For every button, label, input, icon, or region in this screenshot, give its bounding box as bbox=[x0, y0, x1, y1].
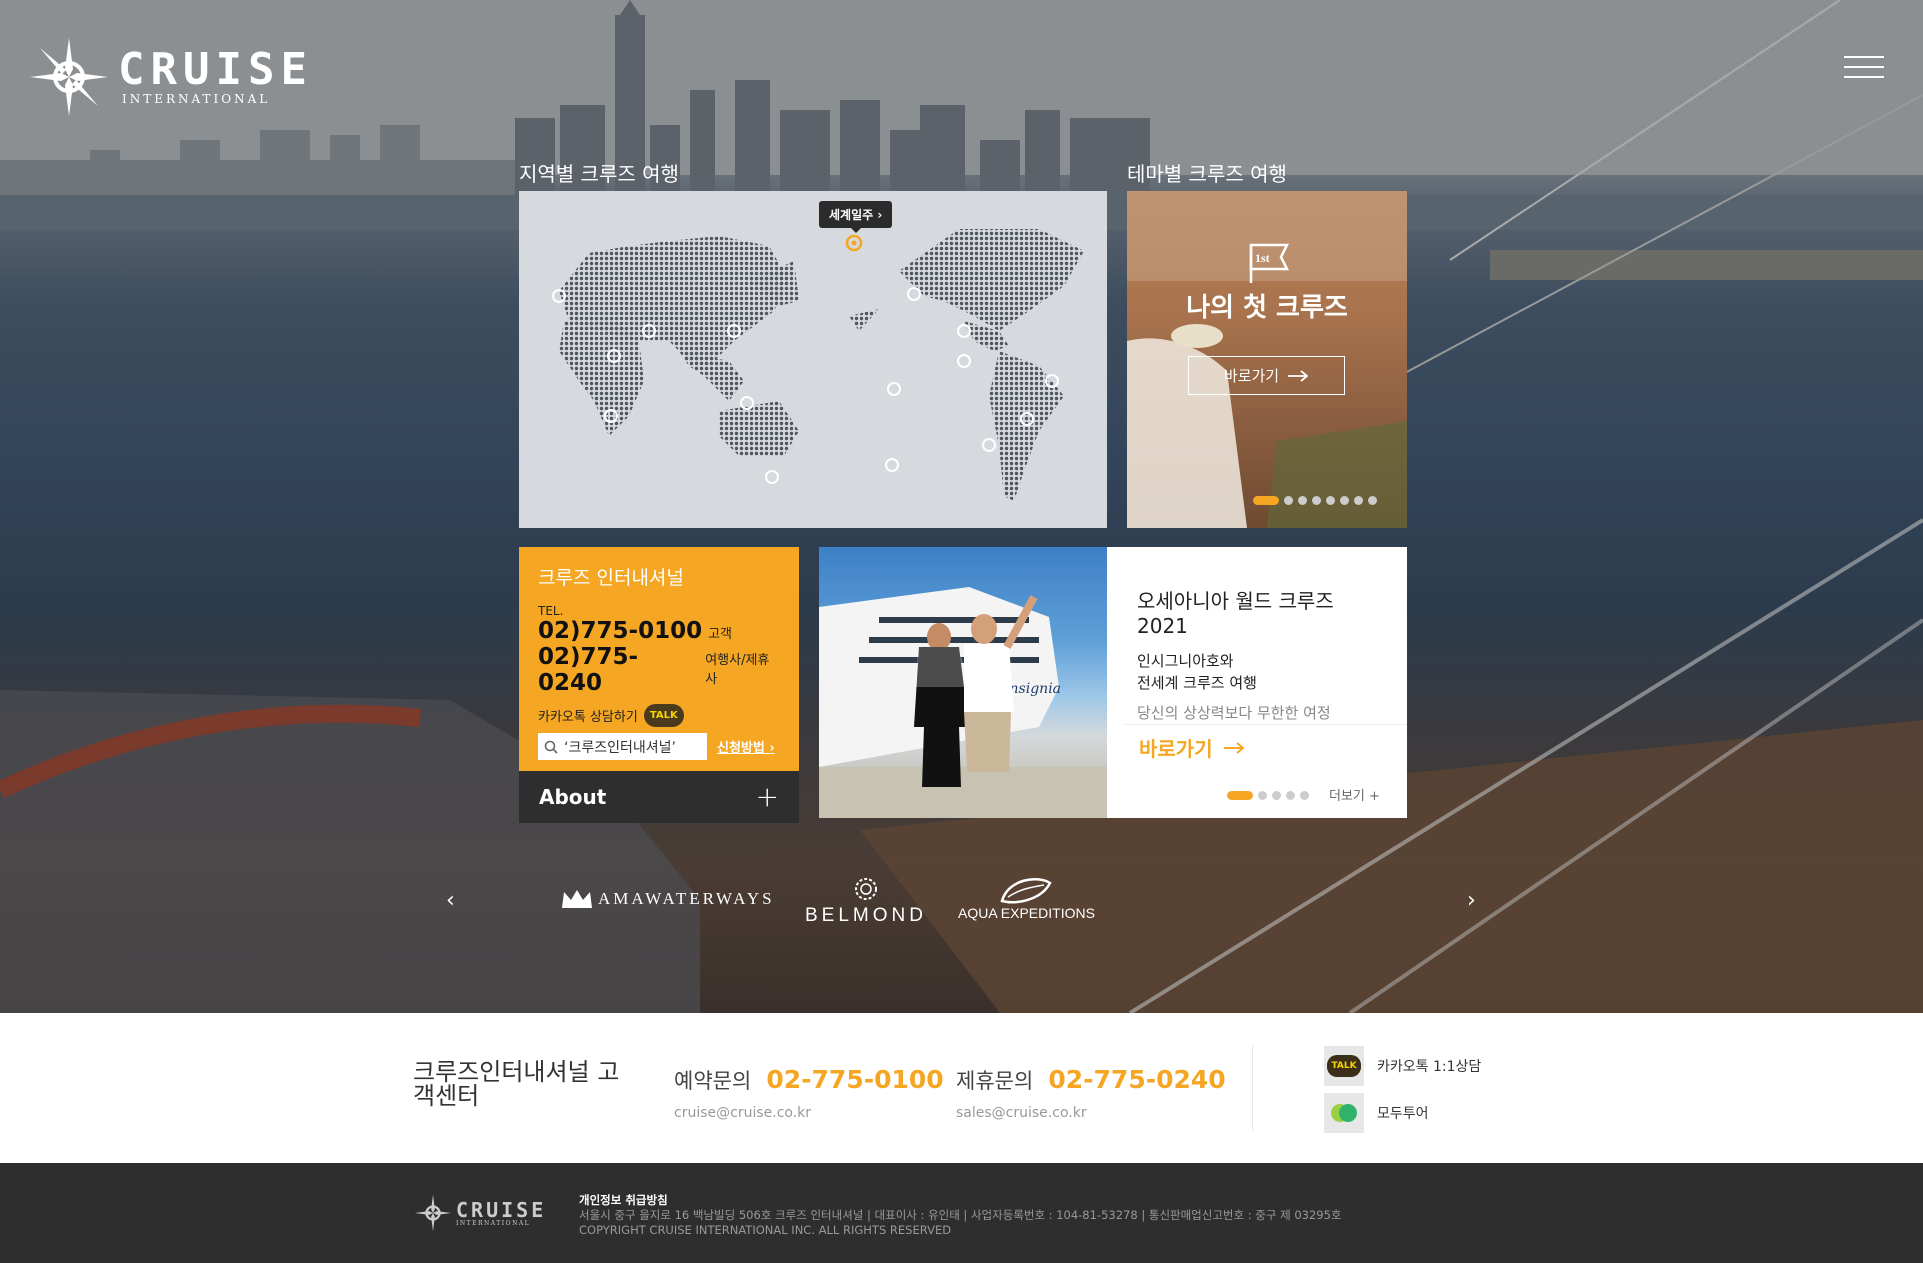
promo-photo-graphic: Insignia bbox=[819, 587, 1107, 818]
brand-logo[interactable]: CRUISE INTERNATIONAL bbox=[26, 34, 313, 120]
partner-name: AMAWATERWAYS bbox=[598, 889, 775, 908]
regional-section-title: 지역별 크루즈 여행 bbox=[519, 162, 679, 186]
promo-go-label: 바로가기 bbox=[1139, 737, 1213, 761]
brand-name: CRUISE bbox=[118, 44, 313, 95]
promo-divider bbox=[1124, 724, 1407, 725]
compass-logo-icon bbox=[30, 38, 108, 116]
partnership-number: 02-775-0240 bbox=[1048, 1065, 1226, 1094]
about-label: About bbox=[539, 785, 607, 809]
promo-image[interactable]: Insignia bbox=[819, 547, 1107, 818]
slider-dot[interactable] bbox=[1312, 496, 1321, 505]
phone-label: 여행사/제휴사 bbox=[705, 653, 770, 687]
tel-label: TEL. bbox=[538, 604, 564, 618]
site-footer: CRUISE INTERNATIONAL 개인정보 취급방침 서울시 중구 을지… bbox=[0, 1163, 1923, 1263]
slider-dot[interactable] bbox=[1368, 496, 1377, 505]
theme-slider-dots bbox=[1253, 496, 1377, 505]
compass-logo-icon bbox=[414, 1194, 452, 1232]
slider-dot[interactable] bbox=[1286, 791, 1295, 800]
theme-go-label: 바로가기 bbox=[1223, 367, 1280, 385]
crown-icon bbox=[562, 890, 592, 908]
chevron-left-icon[interactable]: ‹ bbox=[446, 888, 455, 913]
slider-dot[interactable] bbox=[1326, 496, 1335, 505]
customer-center-title: 크루즈인터내셔널 고객센터 bbox=[413, 1058, 620, 1110]
copyright: COPYRIGHT CRUISE INTERNATIONAL INC. ALL … bbox=[579, 1223, 952, 1237]
kakao-search-text: ‘크루즈인터내셔널’ bbox=[564, 739, 676, 756]
about-button[interactable]: About + bbox=[519, 771, 799, 823]
partner-logo-amawaterways[interactable]: AMAWATERWAYS bbox=[560, 888, 775, 910]
slider-dot[interactable] bbox=[1354, 496, 1363, 505]
world-tour-tag[interactable]: 세계일주 › bbox=[819, 201, 893, 233]
svg-text:1st: 1st bbox=[1255, 251, 1270, 265]
reservation-number: 02-775-0100 bbox=[766, 1065, 944, 1094]
promo-desc-line2: 전세계 크루즈 여행 bbox=[1137, 674, 1257, 692]
privacy-policy-link[interactable]: 개인정보 취급방침 bbox=[579, 1193, 668, 1207]
partnership-email[interactable]: sales@cruise.co.kr bbox=[956, 1105, 1226, 1121]
footer-brand-name: CRUISE bbox=[456, 1197, 547, 1222]
promo-slider-dots bbox=[1227, 791, 1309, 800]
kakao-1on1-label: 카카오톡 1:1상담 bbox=[1377, 1059, 1482, 1075]
arrow-right-icon bbox=[1223, 741, 1245, 754]
kakao-consult[interactable]: 카카오톡 상담하기 TALK bbox=[538, 704, 780, 727]
promo-card: 오세아니아 월드 크루즈 2021 인시그니아호와 전세계 크루즈 여행 당신의… bbox=[1107, 547, 1407, 818]
divider bbox=[1252, 1045, 1253, 1131]
menu-button[interactable] bbox=[1844, 56, 1884, 80]
kakao-1on1-link[interactable]: TALK 카카오톡 1:1상담 bbox=[1324, 1046, 1481, 1086]
phone-agency[interactable]: 02)775-0240 여행사/제휴사 bbox=[538, 644, 780, 696]
partner-logo-aqua[interactable]: AQUA EXPEDITIONS bbox=[958, 875, 1095, 921]
chevron-right-icon[interactable]: › bbox=[1467, 888, 1476, 913]
slider-dot[interactable] bbox=[1300, 791, 1309, 800]
howto-link[interactable]: 신청방법 › bbox=[717, 737, 775, 756]
modetour-label: 모두투어 bbox=[1377, 1106, 1429, 1122]
slider-dot[interactable] bbox=[1272, 791, 1281, 800]
leaf-icon bbox=[1000, 877, 1053, 904]
phone-customer[interactable]: 02)775-0100 고객 bbox=[538, 618, 780, 644]
modetour-icon bbox=[1324, 1093, 1364, 1133]
world-map[interactable]: 세계일주 › bbox=[519, 191, 1107, 528]
kakao-talk-icon: TALK bbox=[1324, 1046, 1364, 1086]
world-map-graphic bbox=[552, 229, 1084, 501]
footer-logo[interactable]: CRUISE INTERNATIONAL bbox=[413, 1193, 546, 1233]
search-icon bbox=[544, 740, 558, 754]
partnership-label: 제휴문의 bbox=[956, 1069, 1034, 1093]
partner-logo-belmond[interactable]: BELMOND bbox=[805, 875, 927, 927]
reservation-contact[interactable]: 예약문의 02-775-0100 cruise@cruise.co.kr bbox=[674, 1065, 944, 1121]
promo-desc-line1: 인시그니아호와 bbox=[1137, 652, 1234, 670]
slider-dot[interactable] bbox=[1284, 496, 1293, 505]
slider-dot[interactable] bbox=[1227, 791, 1253, 800]
hamburger-icon bbox=[1844, 56, 1884, 78]
plus-icon: + bbox=[755, 780, 779, 813]
phone-number: 02)775-0100 bbox=[538, 618, 703, 644]
kakao-talk-icon: TALK bbox=[643, 704, 684, 727]
slider-dot[interactable] bbox=[1253, 496, 1279, 505]
modetour-link[interactable]: 모두투어 bbox=[1324, 1093, 1429, 1133]
kakao-search-box[interactable]: ‘크루즈인터내셔널’ bbox=[538, 733, 707, 760]
partner-name: BELMOND bbox=[805, 905, 927, 926]
phone-number: 02)775-0240 bbox=[538, 644, 639, 696]
promo-title: 오세아니아 월드 크루즈 2021 bbox=[1137, 589, 1334, 638]
kakao-consult-label: 카카오톡 상담하기 bbox=[538, 710, 638, 725]
hero-section: CRUISE INTERNATIONAL 지역별 크루즈 여행 테마별 크루즈 … bbox=[0, 0, 1923, 1013]
theme-card-title: 나의 첫 크루즈 bbox=[1186, 293, 1348, 323]
slider-dot[interactable] bbox=[1340, 496, 1349, 505]
slider-dot[interactable] bbox=[1258, 791, 1267, 800]
arrow-right-icon bbox=[1288, 369, 1309, 382]
reservation-email[interactable]: cruise@cruise.co.kr bbox=[674, 1105, 944, 1121]
phone-label: 고객 bbox=[708, 627, 733, 642]
slider-dot[interactable] bbox=[1298, 496, 1307, 505]
contact-panel: 크루즈 인터내셔널 TEL. 02)775-0100 고객 02)775-024… bbox=[519, 547, 799, 771]
promo-go-button[interactable]: 바로가기 bbox=[1139, 733, 1245, 762]
belmond-emblem-icon bbox=[854, 878, 877, 900]
theme-section-title: 테마별 크루즈 여행 bbox=[1127, 162, 1287, 186]
customer-center: 크루즈인터내셔널 고객센터 예약문의 02-775-0100 cruise@cr… bbox=[0, 1013, 1923, 1163]
promo-subtitle: 당신의 상상력보다 무한한 여정 bbox=[1137, 704, 1331, 722]
partnership-contact[interactable]: 제휴문의 02-775-0240 sales@cruise.co.kr bbox=[956, 1065, 1226, 1121]
partner-name: AQUA EXPEDITIONS bbox=[958, 905, 1095, 921]
more-link[interactable]: 더보기 + bbox=[1329, 785, 1380, 804]
contact-title: 크루즈 인터내셔널 bbox=[538, 567, 684, 589]
theme-slider[interactable]: 1st 나의 첫 크루즈 바로가기 bbox=[1127, 191, 1407, 528]
theme-go-button[interactable]: 바로가기 bbox=[1188, 356, 1345, 395]
reservation-label: 예약문의 bbox=[674, 1069, 752, 1093]
first-flag-icon: 1st bbox=[1249, 243, 1290, 283]
company-address: 서울시 중구 을지로 16 백남빌딩 506호 크루즈 인터내셔널 | 대표이사… bbox=[579, 1208, 1342, 1222]
